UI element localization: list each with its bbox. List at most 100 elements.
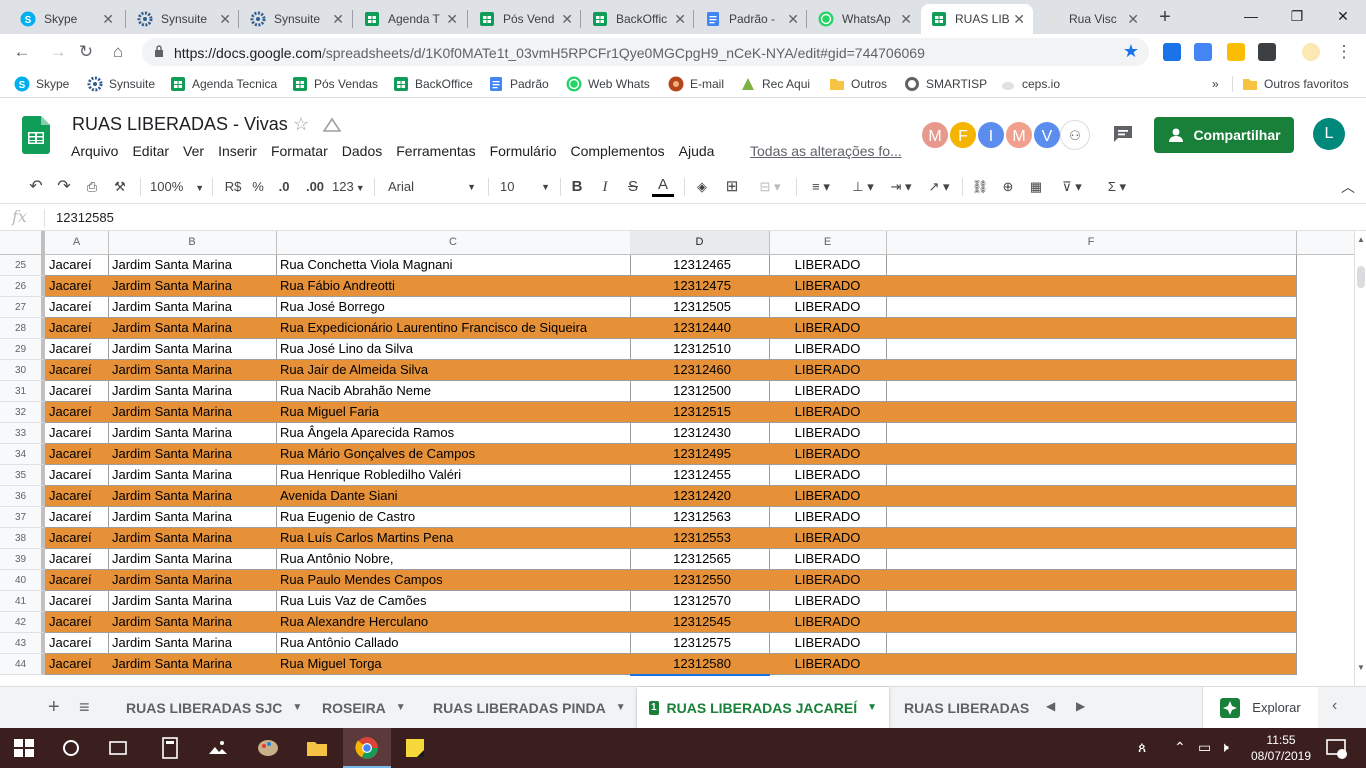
street-cell[interactable]: Rua José Borrego <box>276 297 631 318</box>
currency-format-button[interactable]: R$ <box>222 177 244 197</box>
status-cell[interactable]: LIBERADO <box>769 528 887 549</box>
status-cell[interactable]: LIBERADO <box>769 276 887 297</box>
street-cell[interactable]: Rua Luis Vaz de Camões <box>276 591 631 612</box>
code-cell[interactable]: 12312475 <box>630 276 770 297</box>
menu-inserir[interactable]: Inserir <box>211 141 264 161</box>
text-rotation-icon[interactable]: ↗ ▾ <box>922 177 956 197</box>
code-cell[interactable]: 12312505 <box>630 297 770 318</box>
empty-cell[interactable] <box>886 507 1297 528</box>
formula-input[interactable]: 12312585 <box>56 210 114 225</box>
empty-cell[interactable] <box>886 612 1297 633</box>
paint-icon[interactable] <box>256 736 280 760</box>
empty-cell[interactable] <box>886 549 1297 570</box>
empty-cell[interactable] <box>886 444 1297 465</box>
empty-cell[interactable] <box>886 633 1297 654</box>
street-cell[interactable]: Rua José Lino da Silva <box>276 339 631 360</box>
code-cell[interactable]: 12312553 <box>630 528 770 549</box>
sheet-tab-dropdown-icon[interactable]: ▼ <box>396 702 406 713</box>
back-arrow-icon[interactable]: ← <box>12 42 32 62</box>
street-cell[interactable]: Rua Conchetta Viola Magnani <box>276 255 631 276</box>
street-cell[interactable]: Rua Luís Carlos Martins Pena <box>276 528 631 549</box>
close-tab-icon[interactable]: ✕ <box>102 11 114 28</box>
bookmark-item[interactable]: Padrão <box>488 76 549 92</box>
browser-tab[interactable]: S Skype ✕ <box>10 4 122 34</box>
cell-grid[interactable]: 25 Jacareí Jardim Santa Marina Rua Conchett… <box>0 255 1354 675</box>
column-header-a[interactable]: A <box>45 231 109 254</box>
sheet-tab[interactable]: ROSEIRA ▼ <box>310 687 418 728</box>
status-cell[interactable]: LIBERADO <box>769 507 887 528</box>
city-cell[interactable]: Jacareí <box>45 486 109 507</box>
strikethrough-button[interactable]: S <box>624 177 642 197</box>
empty-cell[interactable] <box>886 276 1297 297</box>
empty-cell[interactable] <box>886 486 1297 507</box>
undo-icon[interactable]: ↶ <box>26 177 46 197</box>
row-header[interactable]: 28 <box>0 318 45 339</box>
scrollbar-thumb[interactable] <box>1357 266 1365 288</box>
row-header[interactable]: 43 <box>0 633 45 654</box>
bookmarks-overflow-button[interactable]: » <box>1212 76 1219 92</box>
street-cell[interactable]: Rua Alexandre Herculano <box>276 612 631 633</box>
browser-tab[interactable]: Pós Vend ✕ <box>469 4 581 34</box>
empty-cell[interactable] <box>886 402 1297 423</box>
empty-cell[interactable] <box>886 297 1297 318</box>
code-cell[interactable]: 12312570 <box>630 591 770 612</box>
comments-icon[interactable] <box>1112 124 1134 144</box>
street-cell[interactable]: Rua Nacib Abrahão Neme <box>276 381 631 402</box>
add-sheet-icon[interactable]: + <box>48 696 60 719</box>
district-cell[interactable]: Jardim Santa Marina <box>108 444 277 465</box>
code-cell[interactable]: 12312430 <box>630 423 770 444</box>
status-cell[interactable]: LIBERADO <box>769 297 887 318</box>
column-header-f[interactable]: F <box>886 231 1297 254</box>
district-cell[interactable]: Jardim Santa Marina <box>108 318 277 339</box>
google-sheets-logo-icon[interactable] <box>22 116 50 154</box>
browser-tab[interactable]: Padrão - ✕ <box>695 4 807 34</box>
menu-formatar[interactable]: Formatar <box>264 141 335 161</box>
filter-icon[interactable]: ⊽ ▾ <box>1054 177 1090 197</box>
browser-tab[interactable]: Agenda T ✕ <box>354 4 466 34</box>
more-collaborators-icon[interactable]: ⚇ <box>1060 120 1090 150</box>
bookmark-item[interactable]: Synsuite <box>87 76 155 92</box>
new-tab-button[interactable]: + <box>1153 6 1177 30</box>
status-cell[interactable]: LIBERADO <box>769 549 887 570</box>
district-cell[interactable]: Jardim Santa Marina <box>108 423 277 444</box>
code-cell[interactable]: 12312455 <box>630 465 770 486</box>
scroll-tabs-left-icon[interactable]: ◀ <box>1046 699 1055 713</box>
collaborator-avatar[interactable]: F <box>948 120 978 150</box>
close-tab-icon[interactable]: ✕ <box>1127 11 1139 28</box>
district-cell[interactable]: Jardim Santa Marina <box>108 402 277 423</box>
menu-complementos[interactable]: Complementos <box>564 141 672 161</box>
row-header[interactable]: 39 <box>0 549 45 570</box>
font-size-select[interactable]: 10 ▼ <box>500 177 552 197</box>
district-cell[interactable]: Jardim Santa Marina <box>108 507 277 528</box>
city-cell[interactable]: Jacareí <box>45 360 109 381</box>
window-minimize-button[interactable]: — <box>1228 2 1274 30</box>
status-cell[interactable]: LIBERADO <box>769 465 887 486</box>
district-cell[interactable]: Jardim Santa Marina <box>108 654 277 675</box>
column-header-b[interactable]: B <box>108 231 277 254</box>
row-header[interactable]: 40 <box>0 570 45 591</box>
row-header[interactable]: 26 <box>0 276 45 297</box>
status-cell[interactable]: LIBERADO <box>769 444 887 465</box>
collaborator-avatar[interactable]: M <box>920 120 950 150</box>
close-tab-icon[interactable]: ✕ <box>1013 11 1025 28</box>
bookmark-item[interactable]: ceps.io <box>1000 76 1060 92</box>
row-header[interactable]: 27 <box>0 297 45 318</box>
task-view-icon[interactable] <box>106 736 130 760</box>
city-cell[interactable]: Jacareí <box>45 528 109 549</box>
code-cell[interactable]: 12312550 <box>630 570 770 591</box>
bookmark-item[interactable]: S Skype <box>14 76 69 92</box>
more-formats-select[interactable]: 123 ▼ <box>332 177 368 197</box>
city-cell[interactable]: Jacareí <box>45 255 109 276</box>
zoom-select[interactable]: 100% ▼ <box>150 177 206 197</box>
empty-cell[interactable] <box>886 570 1297 591</box>
empty-cell[interactable] <box>886 318 1297 339</box>
city-cell[interactable]: Jacareí <box>45 549 109 570</box>
collaborator-avatar[interactable]: M <box>1004 120 1034 150</box>
empty-cell[interactable] <box>886 339 1297 360</box>
people-icon[interactable]: ጰ <box>1138 739 1146 756</box>
code-cell[interactable]: 12312500 <box>630 381 770 402</box>
code-cell[interactable]: 12312545 <box>630 612 770 633</box>
code-cell[interactable]: 12312440 <box>630 318 770 339</box>
cast-extension-icon[interactable] <box>1163 43 1181 61</box>
column-header-d[interactable]: D <box>630 231 770 254</box>
